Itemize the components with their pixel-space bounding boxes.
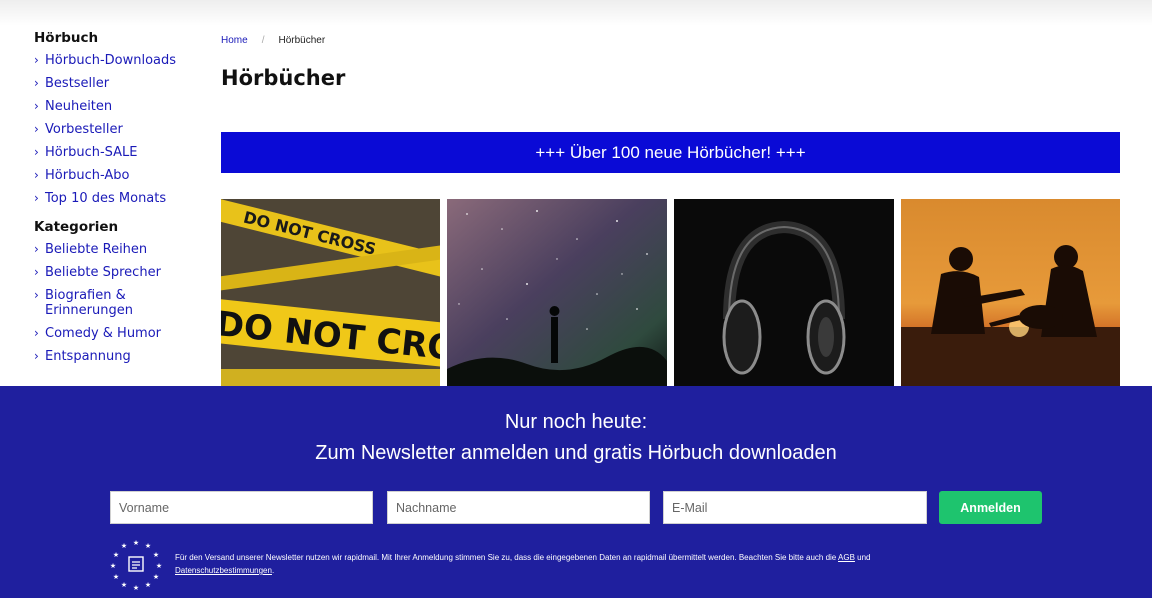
svg-text:★: ★ bbox=[145, 581, 151, 589]
breadcrumb-separator: / bbox=[261, 35, 265, 46]
promo-banner[interactable]: +++ Über 100 neue Hörbücher! +++ bbox=[221, 132, 1120, 173]
chevron-right-icon: › bbox=[34, 76, 39, 90]
svg-text:★: ★ bbox=[110, 562, 116, 570]
firstname-input[interactable] bbox=[110, 491, 373, 524]
newsletter-overlay: Nur noch heute: Zum Newsletter anmelden … bbox=[0, 386, 1152, 598]
subscribe-button[interactable]: Anmelden bbox=[939, 491, 1042, 524]
privacy-note-and: und bbox=[854, 553, 871, 562]
chevron-right-icon: › bbox=[34, 168, 39, 182]
breadcrumb: Home / Hörbücher bbox=[221, 35, 325, 46]
agb-link[interactable]: AGB bbox=[838, 553, 855, 562]
svg-text:★: ★ bbox=[156, 562, 162, 570]
svg-text:★: ★ bbox=[113, 573, 119, 581]
page-title: Hörbücher bbox=[221, 66, 346, 90]
sidebar-heading-hoerbuch: Hörbuch bbox=[34, 30, 99, 46]
svg-text:★: ★ bbox=[121, 581, 127, 589]
email-input[interactable] bbox=[663, 491, 927, 524]
sidebar-item-label: Biografien & Erinnerungen bbox=[45, 288, 133, 318]
newsletter-headline: Nur noch heute: bbox=[504, 411, 648, 433]
chevron-right-icon: › bbox=[34, 242, 39, 256]
sidebar-item-label: Hörbuch-Abo bbox=[45, 168, 130, 183]
svg-text:★: ★ bbox=[153, 573, 159, 581]
sidebar-item-label-line: Erinnerungen bbox=[45, 303, 133, 318]
sidebar-heading-kategorien: Kategorien bbox=[34, 219, 119, 235]
sidebar-item-label: Neuheiten bbox=[45, 99, 113, 114]
sidebar-item-hoerbuch-abo[interactable]: › Hörbuch-Abo bbox=[34, 164, 194, 187]
privacy-note-end: . bbox=[271, 566, 275, 575]
sidebar: Hörbuch › Hörbuch-Downloads › Bestseller ›… bbox=[34, 30, 194, 368]
chevron-right-icon: › bbox=[34, 99, 39, 113]
svg-text:★: ★ bbox=[133, 539, 139, 547]
sidebar-item-label: Bestseller bbox=[45, 76, 110, 91]
sidebar-item-entspannung[interactable]: › Entspannung bbox=[34, 345, 194, 368]
sidebar-item-beliebte-sprecher[interactable]: › Beliebte Sprecher bbox=[34, 261, 194, 284]
image-tiles: DO NOT CROSS DO NOT CROSS bbox=[221, 199, 1120, 389]
svg-text:★: ★ bbox=[133, 584, 139, 592]
newsletter-subheadline: Zum Newsletter anmelden und gratis Hörbu… bbox=[315, 442, 837, 464]
crime-tape-image[interactable]: DO NOT CROSS DO NOT CROSS bbox=[221, 199, 440, 389]
breadcrumb-current: Hörbücher bbox=[278, 35, 326, 46]
chevron-right-icon: › bbox=[34, 349, 39, 363]
sidebar-item-neuheiten[interactable]: › Neuheiten bbox=[34, 95, 194, 118]
sunset-guitar-image[interactable] bbox=[901, 199, 1120, 389]
sidebar-item-comedy-humor[interactable]: › Comedy & Humor bbox=[34, 322, 194, 345]
sidebar-item-label: Vorbesteller bbox=[45, 122, 123, 137]
chevron-right-icon: › bbox=[34, 288, 39, 302]
sidebar-item-label-line: Biografien & bbox=[45, 288, 126, 303]
breadcrumb-home-link[interactable]: Home bbox=[221, 35, 248, 46]
chevron-right-icon: › bbox=[34, 53, 39, 67]
svg-text:★: ★ bbox=[145, 542, 151, 550]
sidebar-item-hoerbuch-sale[interactable]: › Hörbuch-SALE bbox=[34, 141, 194, 164]
sidebar-item-vorbesteller[interactable]: › Vorbesteller bbox=[34, 118, 194, 141]
eu-stars-badge-icon: ★ ★ ★ ★ ★ ★ ★ ★ ★ ★ ★ ★ bbox=[108, 536, 164, 592]
sidebar-item-label: Hörbuch-Downloads bbox=[45, 53, 177, 68]
newsletter-privacy-note: Für den Versand unserer Newsletter nutze… bbox=[175, 551, 995, 577]
chevron-right-icon: › bbox=[34, 191, 39, 205]
sidebar-item-label: Top 10 des Monats bbox=[45, 191, 167, 206]
sidebar-item-biografien[interactable]: › Biografien & Erinnerungen bbox=[34, 284, 194, 322]
sidebar-item-label: Entspannung bbox=[45, 349, 131, 364]
privacy-link[interactable]: Datenschutzbestimmungen bbox=[175, 566, 272, 575]
svg-text:★: ★ bbox=[113, 551, 119, 559]
starry-night-image[interactable] bbox=[447, 199, 667, 389]
headphones-image[interactable] bbox=[674, 199, 894, 389]
sidebar-item-label: Beliebte Sprecher bbox=[45, 265, 161, 280]
chevron-right-icon: › bbox=[34, 122, 39, 136]
privacy-note-text: Für den Versand unserer Newsletter nutze… bbox=[175, 553, 839, 562]
chevron-right-icon: › bbox=[34, 326, 39, 340]
svg-text:★: ★ bbox=[121, 542, 127, 550]
chevron-right-icon: › bbox=[34, 145, 39, 159]
sidebar-item-beliebte-reihen[interactable]: › Beliebte Reihen bbox=[34, 238, 194, 261]
sidebar-item-label: Comedy & Humor bbox=[45, 326, 162, 341]
sidebar-item-hoerbuch-downloads[interactable]: › Hörbuch-Downloads bbox=[34, 49, 194, 72]
svg-text:★: ★ bbox=[153, 551, 159, 559]
sidebar-item-top-10[interactable]: › Top 10 des Monats bbox=[34, 187, 194, 210]
lastname-input[interactable] bbox=[387, 491, 650, 524]
top-bar bbox=[0, 0, 1152, 26]
chevron-right-icon: › bbox=[34, 265, 39, 279]
sidebar-item-bestseller[interactable]: › Bestseller bbox=[34, 72, 194, 95]
sidebar-item-label: Beliebte Reihen bbox=[45, 242, 148, 257]
sidebar-item-label: Hörbuch-SALE bbox=[45, 145, 138, 160]
